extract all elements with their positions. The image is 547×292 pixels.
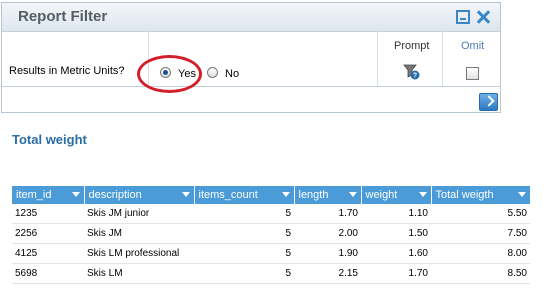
sort-caret-icon[interactable] <box>71 192 80 197</box>
cell-weight: 1.70 <box>361 263 431 284</box>
cell-length: 2.15 <box>294 263 361 284</box>
cell-total-weight: 8.00 <box>431 243 530 264</box>
cell-description: Skis LM <box>84 263 194 284</box>
cell-description: Skis LM professional <box>84 243 194 264</box>
column-header-items-count[interactable]: items_count <box>194 186 295 204</box>
cell-item-id: 1235 <box>12 204 84 224</box>
panel-title: Report Filter <box>18 8 108 25</box>
minimize-icon[interactable] <box>456 10 470 24</box>
column-header-description[interactable]: description <box>84 186 195 204</box>
column-header-weight[interactable]: weight <box>361 186 432 204</box>
column-divider <box>442 31 443 86</box>
table-row: 4125 Skis LM professional 5 1.90 1.60 8.… <box>12 243 530 264</box>
column-divider <box>377 31 378 86</box>
omit-column-header: Omit <box>461 40 485 52</box>
table-row: 2256 Skis JM 5 2.00 1.50 7.50 <box>12 223 530 244</box>
sort-caret-icon[interactable] <box>281 192 290 197</box>
svg-text:?: ? <box>413 73 417 80</box>
column-header-total-weight[interactable]: Total weigth <box>431 186 531 204</box>
column-header-item-id[interactable]: item_id <box>12 186 85 204</box>
cell-description: Skis JM <box>84 223 194 244</box>
prompt-column-header: Prompt <box>394 40 430 52</box>
radio-no-label[interactable]: No <box>225 68 239 80</box>
cell-total-weight: 8.50 <box>431 263 530 284</box>
table-row: 5698 Skis LM 5 2.15 1.70 8.50 <box>12 263 530 284</box>
cell-items-count: 5 <box>194 263 294 284</box>
cell-items-count: 5 <box>194 243 294 264</box>
cell-items-count: 5 <box>194 223 294 244</box>
table-header-row: item_id description items_count length w… <box>12 186 531 204</box>
weight-table: item_id description items_count length w… <box>12 186 531 284</box>
cell-weight: 1.60 <box>361 243 431 264</box>
prompt-help-icon[interactable]: ? <box>402 62 420 80</box>
cell-weight: 1.50 <box>361 223 431 244</box>
cell-item-id: 5698 <box>12 263 84 284</box>
cell-total-weight: 5.50 <box>431 204 530 224</box>
cell-item-id: 4125 <box>12 243 84 264</box>
cell-weight: 1.10 <box>361 204 431 224</box>
report-title: Total weight <box>12 132 87 147</box>
sort-caret-icon[interactable] <box>181 192 190 197</box>
column-header-length[interactable]: length <box>294 186 362 204</box>
arrow-right-icon[interactable] <box>479 93 498 111</box>
filter-row: Prompt Omit Results in Metric Units? Yes… <box>2 31 500 93</box>
report-filter-panel: Report Filter Prompt Omit Results in Met… <box>1 2 501 113</box>
cell-length: 1.90 <box>294 243 361 264</box>
close-icon[interactable] <box>476 10 490 24</box>
cell-description: Skis JM junior <box>84 204 194 224</box>
cell-total-weight: 7.50 <box>431 223 530 244</box>
sort-caret-icon[interactable] <box>418 192 427 197</box>
red-highlight-circle <box>137 55 202 93</box>
cell-items-count: 5 <box>194 204 294 224</box>
omit-checkbox[interactable] <box>466 67 479 80</box>
cell-item-id: 2256 <box>12 223 84 244</box>
sort-caret-icon[interactable] <box>517 192 526 197</box>
sort-caret-icon[interactable] <box>348 192 357 197</box>
table-row: 1235 Skis JM junior 5 1.70 1.10 5.50 <box>12 204 530 224</box>
metric-units-question: Results in Metric Units? <box>9 65 125 77</box>
radio-no[interactable] <box>207 67 218 78</box>
panel-header: Report Filter <box>2 3 500 32</box>
cell-length: 2.00 <box>294 223 361 244</box>
cell-length: 1.70 <box>294 204 361 224</box>
